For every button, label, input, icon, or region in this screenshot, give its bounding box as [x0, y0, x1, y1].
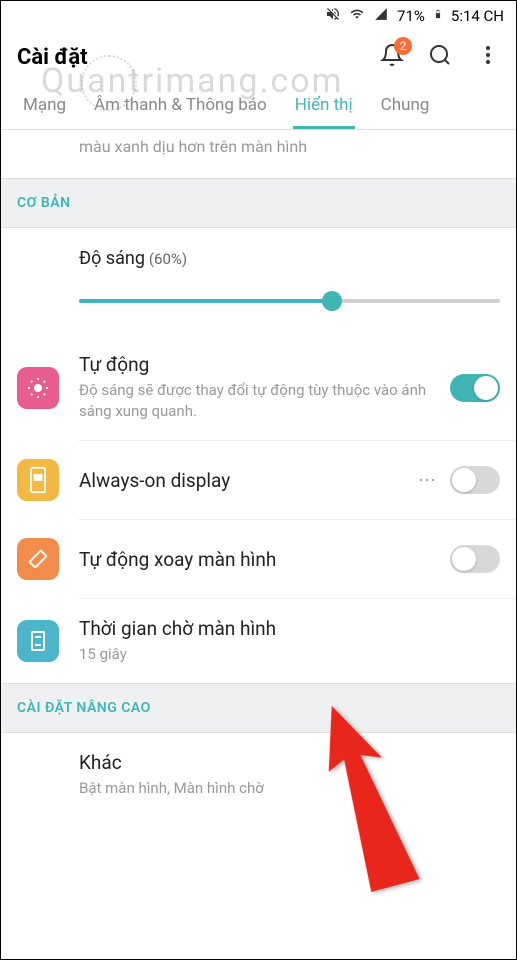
other-title: Khác [79, 751, 500, 774]
wifi-icon [347, 7, 367, 25]
screen-timeout-setting[interactable]: Thời gian chờ màn hình 15 giây [1, 599, 516, 683]
notification-badge: 2 [394, 37, 412, 55]
other-setting[interactable]: Khác Bật màn hình, Màn hình chờ [1, 733, 516, 817]
auto-rotate-title: Tự động xoay màn hình [79, 548, 450, 571]
auto-rotate-toggle[interactable] [450, 545, 500, 573]
brightness-label: Độ sáng [79, 248, 145, 269]
more-menu-button[interactable] [476, 43, 500, 71]
brightness-icon [17, 367, 59, 409]
battery-percent: 71% [395, 7, 427, 25]
search-button[interactable] [428, 43, 452, 71]
mute-icon [323, 6, 343, 26]
header: Cài đặt 2 [1, 31, 516, 83]
partial-setting-subtitle: màu xanh dịu hơn trên màn hình [1, 130, 516, 178]
timeout-icon [17, 620, 59, 662]
auto-brightness-toggle[interactable] [450, 374, 500, 402]
auto-brightness-title: Tự động [79, 353, 450, 376]
always-on-icon [17, 459, 59, 501]
tab-general[interactable]: Chung [367, 83, 444, 129]
section-header-basic: CƠ BẢN [1, 178, 516, 228]
screen-timeout-subtitle: 15 giây [79, 644, 500, 665]
brightness-slider[interactable] [79, 291, 500, 311]
brightness-setting[interactable]: Độ sáng (60%) [1, 228, 516, 335]
section-header-advanced: CÀI ĐẶT NÂNG CAO [1, 683, 516, 733]
signal-icon [371, 7, 391, 25]
tab-network[interactable]: Mạng [9, 83, 80, 129]
tabs: Mạng Âm thanh & Thông báo Hiển thị Chung [1, 83, 516, 130]
tab-display[interactable]: Hiển thị [281, 83, 367, 129]
auto-brightness-setting[interactable]: Tự động Độ sáng sẽ được thay đổi tự động… [1, 335, 516, 440]
status-time: 5:14 CH [449, 7, 506, 25]
brightness-percent: (60%) [149, 250, 187, 268]
page-title: Cài đặt [17, 45, 88, 70]
content-scroll[interactable]: màu xanh dịu hơn trên màn hình CƠ BẢN Độ… [1, 130, 516, 948]
screen-timeout-title: Thời gian chờ màn hình [79, 617, 500, 640]
tab-sound-notification[interactable]: Âm thanh & Thông báo [80, 83, 281, 129]
rotate-icon [17, 538, 59, 580]
auto-rotate-setting[interactable]: Tự động xoay màn hình [1, 520, 516, 598]
notification-button[interactable]: 2 [380, 43, 404, 71]
slider-thumb[interactable] [322, 291, 342, 311]
always-on-title: Always-on display [79, 469, 404, 492]
battery-icon [431, 6, 445, 26]
auto-brightness-subtitle: Độ sáng sẽ được thay đổi tự động tùy thu… [79, 380, 450, 422]
status-bar: 71% 5:14 CH [1, 1, 516, 31]
other-subtitle: Bật màn hình, Màn hình chờ [79, 778, 500, 799]
always-on-display-setting[interactable]: Always-on display ⋯ [1, 441, 516, 519]
always-on-toggle[interactable] [450, 466, 500, 494]
more-dots-icon[interactable]: ⋯ [404, 470, 450, 491]
